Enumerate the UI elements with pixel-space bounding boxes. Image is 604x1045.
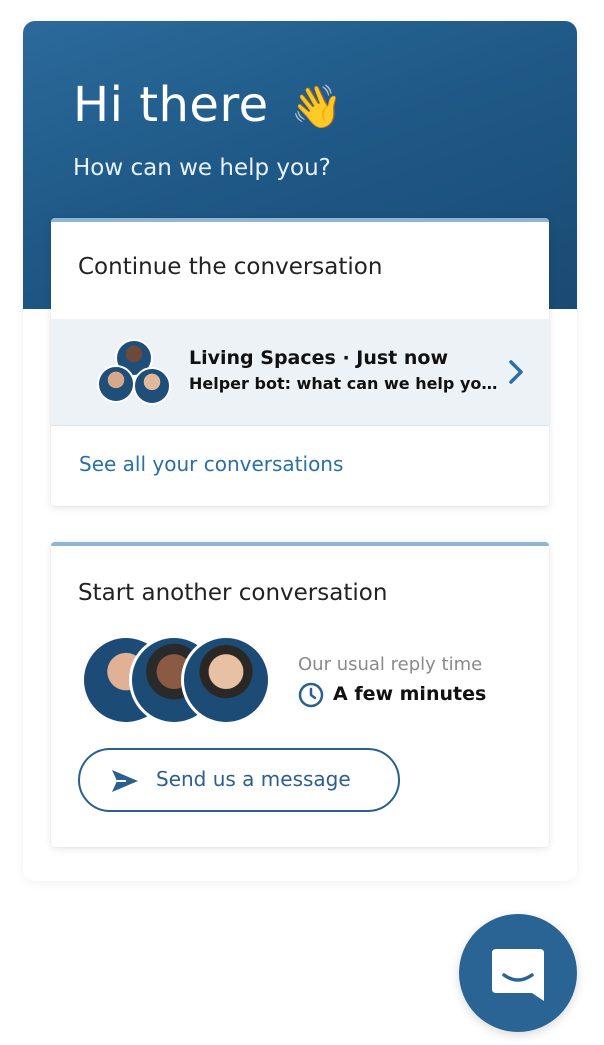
send-message-button[interactable]: Send us a message bbox=[78, 748, 400, 812]
messenger-widget: Hi there 👋 How can we help you? Continue… bbox=[23, 21, 577, 881]
chat-bubble-icon bbox=[492, 949, 544, 1001]
clock-icon bbox=[298, 682, 324, 708]
see-all-conversations-link[interactable]: See all your conversations bbox=[79, 452, 343, 476]
team-avatar bbox=[181, 635, 271, 725]
send-message-label: Send us a message bbox=[156, 767, 351, 791]
team-avatars bbox=[81, 635, 281, 727]
send-icon bbox=[112, 770, 138, 792]
conversation-title: Living Spaces · Just now bbox=[189, 347, 449, 369]
start-card-title: Start another conversation bbox=[78, 580, 388, 606]
greeting-subtitle: How can we help you? bbox=[73, 155, 331, 181]
start-conversation-card: Start another conversation Our usual rep… bbox=[51, 542, 549, 847]
conversation-row[interactable]: Living Spaces · Just now Helper bot: wha… bbox=[51, 319, 549, 426]
greeting-text: Hi there bbox=[73, 77, 269, 133]
conversation-preview: Helper bot: what can we help you ... bbox=[189, 374, 499, 393]
agent-avatar bbox=[133, 367, 171, 405]
continue-conversation-card: Continue the conversation Living Spaces … bbox=[51, 218, 549, 506]
reply-time-value: A few minutes bbox=[333, 683, 487, 705]
greeting-title: Hi there 👋 bbox=[73, 77, 343, 133]
continue-card-title: Continue the conversation bbox=[78, 254, 383, 280]
reply-time-label: Our usual reply time bbox=[298, 654, 483, 675]
agent-avatar bbox=[97, 365, 135, 403]
messenger-launcher-button[interactable] bbox=[459, 914, 577, 1032]
chevron-right-icon bbox=[509, 360, 523, 384]
wave-emoji-icon: 👋 bbox=[290, 82, 344, 131]
